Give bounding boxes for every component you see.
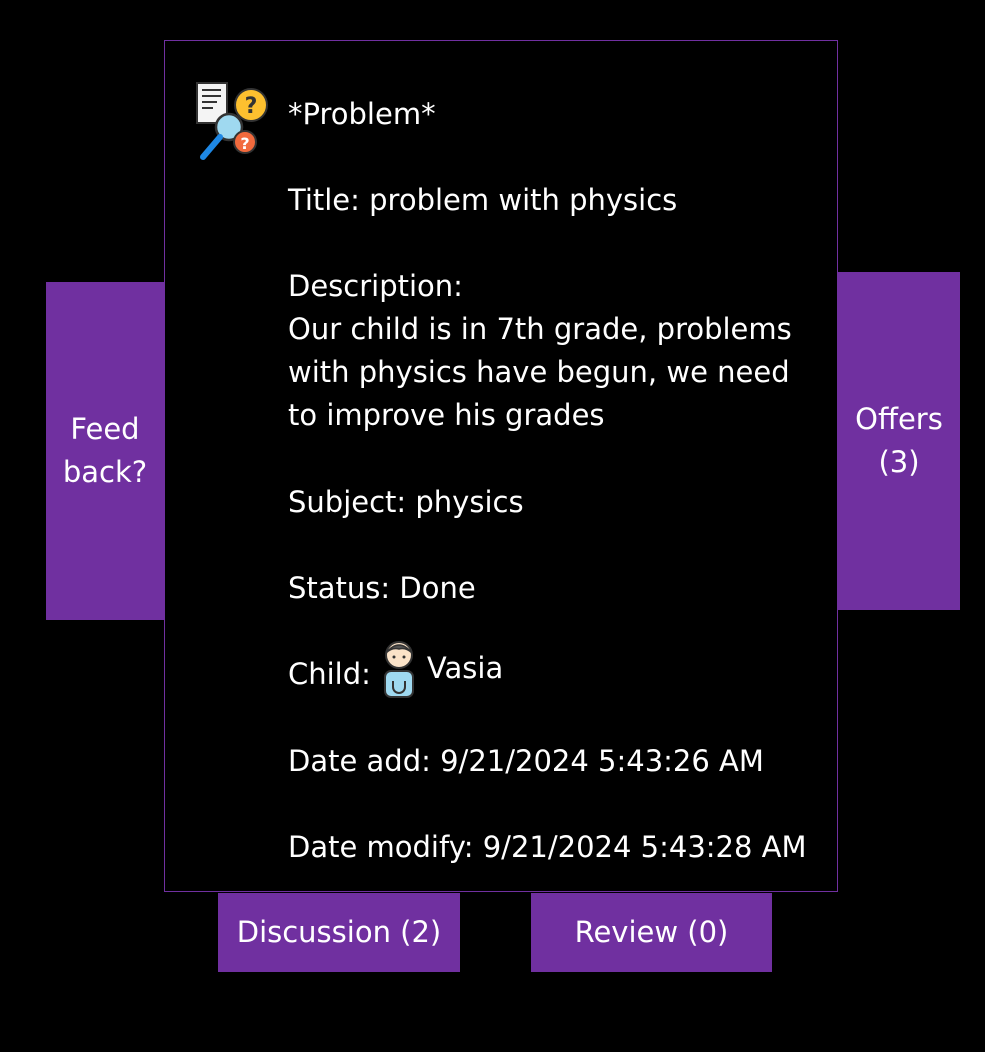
discussion-button[interactable]: Discussion (2): [218, 893, 460, 972]
offers-label-line1: Offers: [855, 402, 943, 436]
review-label: Review (0): [574, 915, 729, 949]
feedback-label-line1: Feed: [70, 412, 140, 446]
feedback-button[interactable]: Feed back?: [46, 282, 164, 620]
status-line: Status: Done: [288, 571, 476, 605]
description-text: Our child is in 7th grade, problems with…: [288, 312, 792, 432]
child-name: Vasia: [426, 651, 504, 685]
problem-card: ? ? *Problem* Title: problem with physic…: [164, 40, 838, 892]
discussion-label: Discussion (2): [236, 915, 442, 949]
svg-text:?: ?: [240, 134, 249, 153]
offers-button[interactable]: Offers (3): [838, 272, 960, 610]
problem-title: Title: problem with physics: [288, 183, 678, 217]
offers-count: (3): [878, 445, 920, 479]
review-button[interactable]: Review (0): [531, 893, 772, 972]
date-add-line: Date add: 9/21/2024 5:43:26 AM: [288, 744, 764, 778]
child-label: Child:: [288, 657, 371, 691]
problem-heading: *Problem*: [288, 97, 436, 131]
date-modify-line: Date modify: 9/21/2024 5:43:28 AM: [288, 830, 807, 864]
svg-text:?: ?: [245, 94, 258, 119]
feedback-label-line2: back?: [62, 455, 148, 489]
subject-line: Subject: physics: [288, 485, 524, 519]
description-label: Description:: [288, 269, 463, 303]
child-avatar-icon: [383, 641, 414, 698]
problem-search-icon: ? ?: [196, 82, 268, 160]
child-line: Child: Vasia: [288, 641, 504, 699]
